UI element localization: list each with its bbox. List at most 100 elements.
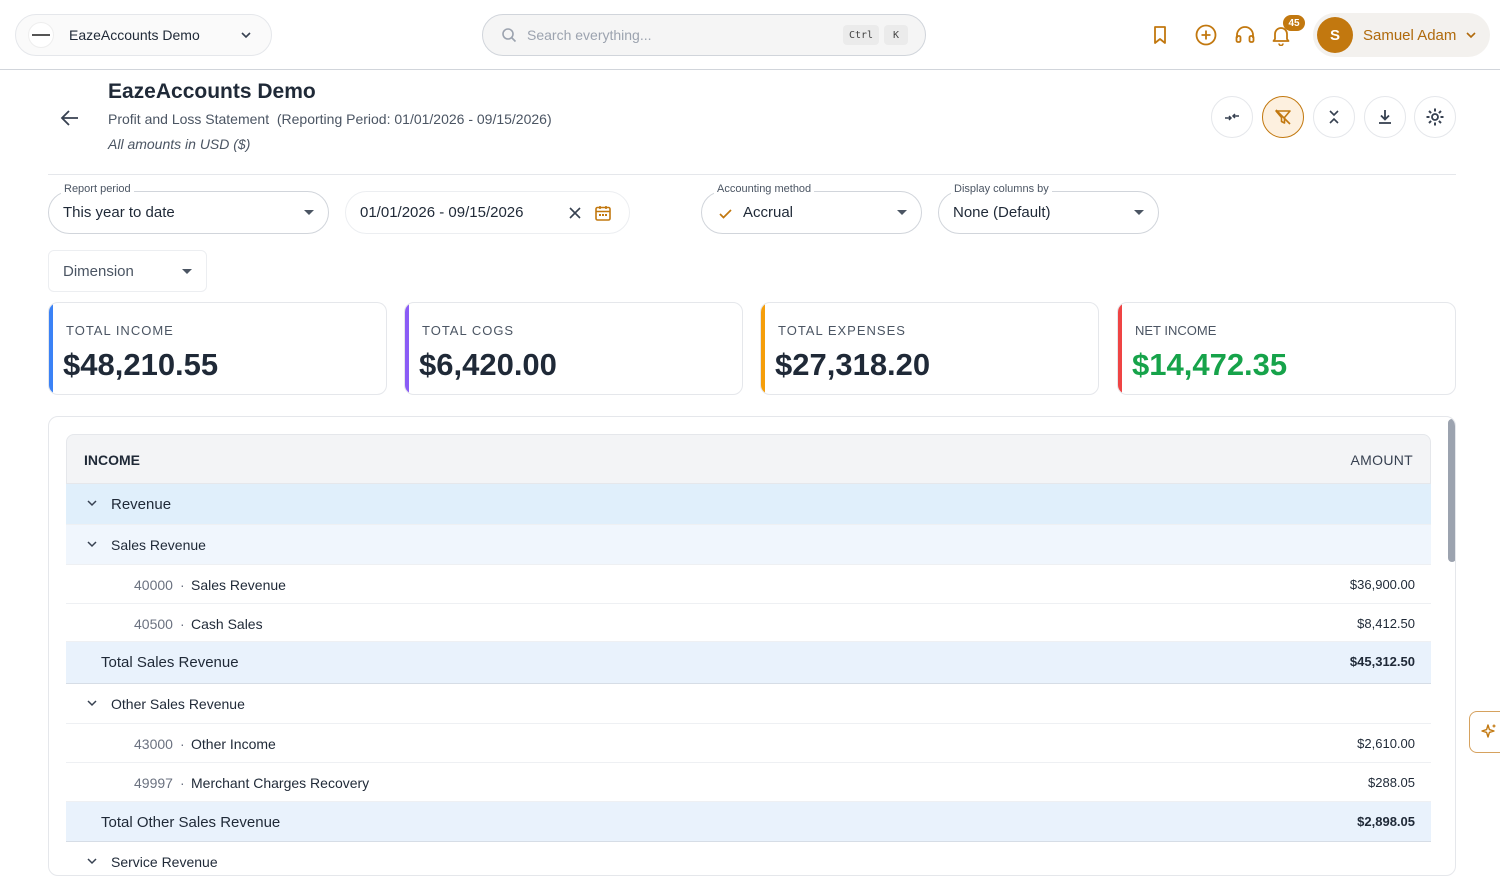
user-menu[interactable]: S Samuel Adam — [1313, 13, 1490, 57]
accent-bar — [49, 303, 53, 394]
scrollbar[interactable] — [1448, 419, 1455, 562]
section-name: Revenue — [111, 496, 172, 513]
shortcut-k: K — [884, 25, 908, 45]
compare-button[interactable] — [1211, 96, 1253, 138]
search-icon — [502, 28, 517, 43]
chevron-down-icon — [1466, 32, 1476, 39]
summary-card-total-expenses: TOTAL EXPENSES $27,318.20 — [760, 302, 1099, 395]
download-icon — [1379, 110, 1391, 124]
account-amount[interactable]: $8,412.50 — [1357, 616, 1415, 631]
table-row[interactable]: 43000 · Other Income $2,610.00 — [66, 724, 1431, 763]
collapse-icon — [1329, 110, 1339, 124]
group-name: Sales Revenue — [111, 537, 206, 553]
download-button[interactable] — [1364, 96, 1406, 138]
accounting-method-select[interactable]: Accounting method Accrual — [701, 183, 922, 234]
report-period-label: Report period — [61, 183, 134, 195]
pl-table: INCOME AMOUNT Revenue Sales Revenue 4000… — [48, 416, 1456, 876]
account-name[interactable]: Sales Revenue — [191, 577, 286, 593]
account-name[interactable]: Merchant Charges Recovery — [191, 775, 369, 791]
account-amount[interactable]: $2,610.00 — [1357, 736, 1415, 751]
account-code: 40000 — [134, 577, 173, 593]
card-value: $14,472.35 — [1132, 347, 1288, 382]
card-value: $27,318.20 — [775, 347, 931, 382]
chevron-down-icon[interactable] — [86, 855, 98, 867]
bookmark-icon[interactable] — [1147, 22, 1173, 48]
org-name: EazeAccounts Demo — [69, 27, 200, 43]
collapse-button[interactable] — [1313, 96, 1355, 138]
card-value: $48,210.55 — [63, 347, 219, 382]
account-amount[interactable]: $288.05 — [1368, 775, 1415, 790]
chevron-down-icon[interactable] — [86, 497, 98, 509]
search-placeholder: Search everything... — [527, 27, 652, 43]
add-icon[interactable] — [1193, 22, 1219, 48]
filter-off-button[interactable] — [1262, 96, 1304, 138]
account-code: 40500 — [134, 616, 173, 632]
total-name: Total Other Sales Revenue — [101, 814, 281, 831]
account-amount[interactable]: $36,900.00 — [1350, 577, 1415, 592]
report-period-value: This year to date — [63, 204, 175, 221]
account-code: 43000 — [134, 736, 173, 752]
accent-bar — [405, 303, 409, 394]
row-other-sales-revenue-group[interactable]: Other Sales Revenue — [66, 684, 1431, 724]
search-input[interactable]: Search everything... Ctrl K — [482, 14, 926, 56]
caret-down-icon — [304, 210, 314, 215]
headset-icon[interactable] — [1232, 22, 1258, 48]
date-range-field[interactable]: 01/01/2026 - 09/15/2026 — [345, 191, 630, 234]
display-columns-value: None (Default) — [953, 204, 1051, 221]
group-name: Service Revenue — [111, 854, 218, 870]
display-columns-label: Display columns by — [951, 183, 1052, 195]
separator-dot: · — [180, 577, 185, 593]
settings-button[interactable] — [1414, 96, 1456, 138]
accent-bar — [1118, 303, 1122, 394]
caret-down-icon — [182, 269, 192, 274]
check-icon — [719, 209, 732, 219]
display-columns-select[interactable]: Display columns by None (Default) — [938, 183, 1159, 234]
chevron-down-icon — [241, 32, 251, 39]
report-subtitle: Profit and Loss Statement (Reporting Per… — [108, 111, 552, 127]
report-period-select[interactable]: Report period This year to date — [48, 183, 329, 234]
top-bar: EazeAccounts Demo Search everything... C… — [0, 0, 1500, 70]
row-sales-revenue-group[interactable]: Sales Revenue — [66, 525, 1431, 565]
income-column-header: INCOME — [84, 452, 140, 468]
account-name[interactable]: Cash Sales — [191, 616, 263, 632]
amount-column-header: AMOUNT — [1350, 452, 1413, 468]
dimension-label: Dimension — [63, 262, 134, 280]
table-row[interactable]: 40000 · Sales Revenue $36,900.00 — [66, 565, 1431, 604]
calendar-icon[interactable] — [594, 204, 612, 222]
ai-assistant-button[interactable] — [1469, 711, 1500, 753]
card-label: NET INCOME — [1135, 323, 1217, 338]
accounting-method-value: Accrual — [743, 204, 794, 221]
table-row[interactable]: 40500 · Cash Sales $8,412.50 — [66, 604, 1431, 642]
card-value: $6,420.00 — [419, 347, 557, 382]
row-service-revenue-group[interactable]: Service Revenue — [66, 842, 1431, 875]
card-label: TOTAL INCOME — [66, 323, 174, 338]
filter-off-icon — [1275, 109, 1291, 125]
currency-note: All amounts in USD ($) — [108, 136, 251, 152]
org-switcher[interactable]: EazeAccounts Demo — [15, 14, 272, 56]
divider — [48, 174, 1456, 175]
row-total-sales-revenue: Total Sales Revenue $45,312.50 — [66, 642, 1431, 684]
avatar: S — [1317, 17, 1353, 53]
shortcut-ctrl: Ctrl — [843, 25, 879, 45]
accent-bar — [761, 303, 765, 394]
chevron-down-icon[interactable] — [86, 697, 98, 709]
separator-dot: · — [180, 616, 185, 632]
total-amount: $2,898.05 — [1357, 814, 1415, 829]
dimension-select[interactable]: Dimension — [48, 250, 207, 292]
date-range-value: 01/01/2026 - 09/15/2026 — [360, 204, 524, 221]
summary-card-net-income: NET INCOME $14,472.35 — [1117, 302, 1456, 395]
chevron-down-icon[interactable] — [86, 538, 98, 550]
caret-down-icon — [897, 210, 907, 215]
group-name: Other Sales Revenue — [111, 696, 245, 712]
summary-card-total-cogs: TOTAL COGS $6,420.00 — [404, 302, 743, 395]
account-name[interactable]: Other Income — [191, 736, 276, 752]
clear-icon[interactable] — [567, 205, 583, 221]
sparkle-icon — [1481, 724, 1496, 738]
org-logo — [28, 22, 54, 48]
table-row[interactable]: 49997 · Merchant Charges Recovery $288.0… — [66, 763, 1431, 802]
row-revenue[interactable]: Revenue — [66, 484, 1431, 525]
page-title: EazeAccounts Demo — [108, 80, 316, 103]
summary-card-total-income: TOTAL INCOME $48,210.55 — [48, 302, 387, 395]
separator-dot: · — [180, 775, 185, 791]
back-arrow-icon[interactable] — [58, 106, 82, 130]
